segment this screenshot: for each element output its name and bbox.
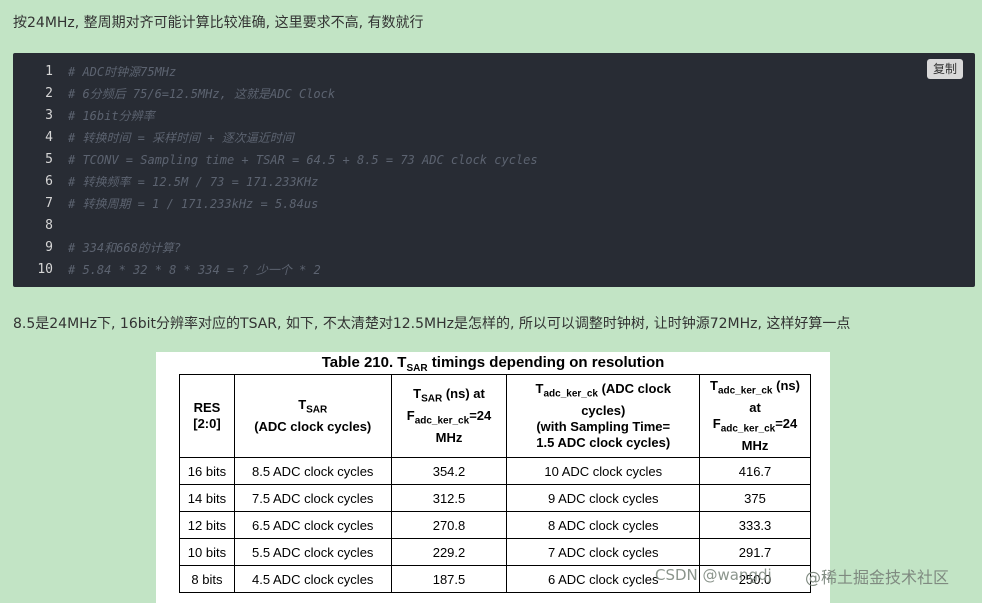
csdn-watermark: CSDN @wangdj — [655, 566, 772, 584]
code-line: 5 # TCONV = Sampling time + TSAR = 64.5 +… — [13, 149, 537, 171]
code-line: 2 # 6分频后 75/6=12.5MHz, 这就是ADC Clock — [13, 83, 335, 105]
header-tsar: TSAR (ADC clock cycles) — [233, 374, 392, 458]
line-number: 6 — [45, 174, 53, 189]
explanation-paragraph: 8.5是24MHz下, 16bit分辨率对应的TSAR, 如下, 不太清楚对12… — [13, 316, 851, 332]
table-cell: 7.5 ADC clock cycles — [233, 484, 392, 512]
line-number: 1 — [45, 64, 53, 79]
header-res: RES [2:0] — [179, 374, 235, 458]
code-text: # 16bit分辨率 — [68, 109, 155, 123]
table-cell: 312.5 — [390, 484, 508, 512]
code-line: 9 # 334和668的计算? — [13, 237, 181, 259]
table-cell: 333.3 — [699, 511, 811, 539]
header-tker-cycles: Tadc_ker_ck (ADC clock cycles) (with Sampl… — [506, 374, 701, 458]
table-row: 10 bits 5.5 ADC clock cycles 229.2 7 ADC cl… — [179, 538, 811, 566]
line-number: 9 — [45, 240, 53, 255]
code-text: # 转换周期 = 1 / 171.233kHz = 5.84us — [68, 197, 319, 211]
table-cell: 9 ADC clock cycles — [506, 484, 701, 512]
table-row: 12 bits 6.5 ADC clock cycles 270.8 8 ADC cl… — [179, 511, 811, 539]
table-row: 14 bits 7.5 ADC clock cycles 312.5 9 ADC cl… — [179, 484, 811, 512]
code-line: 8 — [13, 215, 53, 237]
copy-button[interactable]: 复制 — [926, 59, 963, 79]
line-number: 4 — [45, 130, 53, 145]
line-number: 7 — [45, 196, 53, 211]
header-tsar-ns: TSAR (ns) at Fadc_ker_ck=24 MHz — [390, 374, 508, 458]
table-cell: 8 ADC clock cycles — [506, 511, 701, 539]
code-line: 1 # ADC时钟源75MHz — [13, 61, 176, 83]
code-line: 6 # 转换频率 = 12.5M / 73 = 171.233KHz — [13, 171, 318, 193]
table-cell: 16 bits — [179, 457, 235, 485]
line-number: 5 — [45, 152, 53, 167]
table-row: 16 bits 8.5 ADC clock cycles 354.2 10 ADC c… — [179, 457, 811, 485]
intro-paragraph: 按24MHz, 整周期对齐可能计算比较准确, 这里要求不高, 有数就行 — [13, 15, 424, 31]
table-cell: 270.8 — [390, 511, 508, 539]
juejin-watermark: @稀土掘金技术社区 — [805, 568, 950, 587]
line-number: 10 — [37, 262, 53, 277]
table-cell: 7 ADC clock cycles — [506, 538, 701, 566]
code-text: # ADC时钟源75MHz — [68, 65, 177, 79]
code-text: # 转换频率 = 12.5M / 73 = 171.233KHz — [68, 175, 319, 189]
table-cell: 8.5 ADC clock cycles — [233, 457, 392, 485]
code-text: # 转换时间 = 采样时间 + 逐次逼近时间 — [68, 131, 294, 145]
line-number: 3 — [45, 108, 53, 123]
code-block: 复制 1 # ADC时钟源75MHz 2 # 6分频后 75/6=12.5MHz, … — [13, 53, 975, 287]
table-cell: 8 bits — [179, 565, 235, 593]
table-cell: 375 — [699, 484, 811, 512]
code-line: 7 # 转换周期 = 1 / 171.233kHz = 5.84us — [13, 193, 318, 215]
table-cell: 10 bits — [179, 538, 235, 566]
table-cell: 229.2 — [390, 538, 508, 566]
table-header-row: RES [2:0] TSAR (ADC clock cycles) TSAR (ns… — [179, 374, 811, 458]
line-number: 2 — [45, 86, 53, 101]
table-cell: 6.5 ADC clock cycles — [233, 511, 392, 539]
table-cell: 291.7 — [699, 538, 811, 566]
table-cell: 416.7 — [699, 457, 811, 485]
line-number: 8 — [45, 218, 53, 233]
table-cell: 5.5 ADC clock cycles — [233, 538, 392, 566]
code-text: # 334和668的计算? — [68, 241, 182, 255]
header-tker-ns: Tadc_ker_ck (ns) at Fadc_ker_ck=24 MHz — [699, 374, 811, 458]
code-line: 3 # 16bit分辨率 — [13, 105, 154, 127]
table-cell: 354.2 — [390, 457, 508, 485]
table-cell: 4.5 ADC clock cycles — [233, 565, 392, 593]
code-line: 4 # 转换时间 = 采样时间 + 逐次逼近时间 — [13, 127, 294, 149]
code-text: # 5.84 * 32 * 8 * 334 = ? 少一个 * 2 — [68, 263, 321, 277]
code-text: # 6分频后 75/6=12.5MHz, 这就是ADC Clock — [68, 87, 336, 101]
code-line: 10 # 5.84 * 32 * 8 * 334 = ? 少一个 * 2 — [13, 259, 320, 281]
tsar-timing-table: RES [2:0] TSAR (ADC clock cycles) TSAR (ns… — [179, 374, 811, 593]
table-cell: 12 bits — [179, 511, 235, 539]
table-cell: 187.5 — [390, 565, 508, 593]
table-cell: 10 ADC clock cycles — [506, 457, 701, 485]
table-cell: 14 bits — [179, 484, 235, 512]
code-text: # TCONV = Sampling time + TSAR = 64.5 + … — [68, 153, 538, 167]
